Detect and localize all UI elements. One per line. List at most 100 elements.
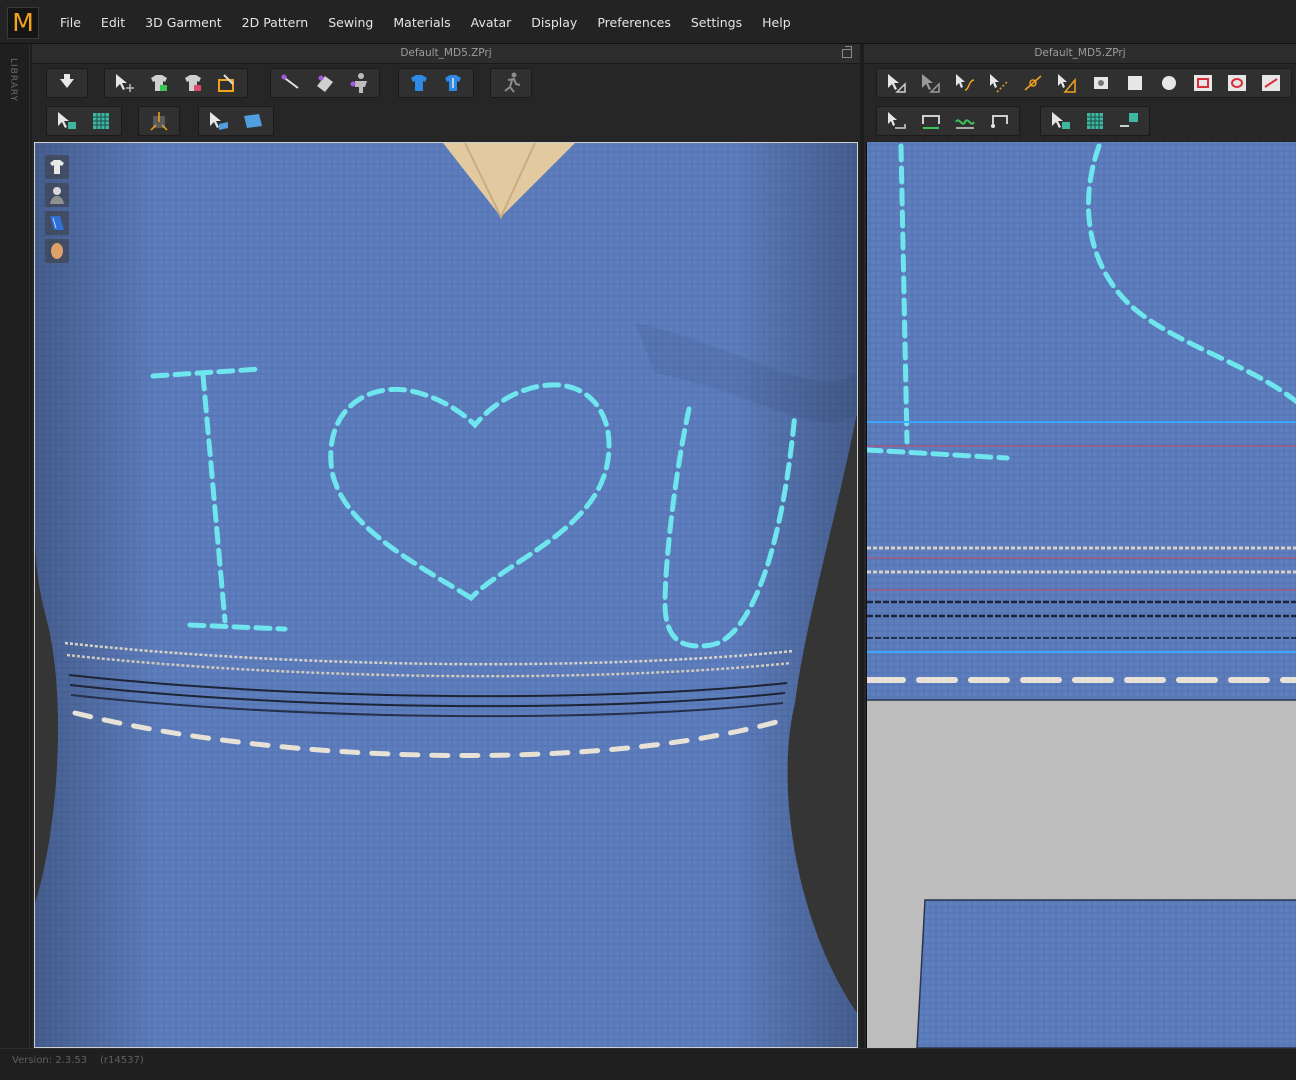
reset-arrangement-tool[interactable] xyxy=(437,69,469,97)
running-figure-icon xyxy=(504,72,521,93)
simulate-button[interactable] xyxy=(51,69,83,97)
panel-2d-title: Default_MD5.ZPrj xyxy=(1034,47,1126,59)
garment-texture-icon xyxy=(185,75,201,91)
sewing-display-icon xyxy=(991,115,1008,128)
select-move-tool[interactable] xyxy=(109,69,141,97)
internal-polygon-tool[interactable] xyxy=(1085,69,1117,97)
texture-checker-tool[interactable] xyxy=(85,107,117,135)
select-move-icon xyxy=(116,74,134,92)
toolbar-2d-row-2 xyxy=(864,102,1296,140)
transform-pattern-icon xyxy=(888,74,906,93)
motion-tool[interactable] xyxy=(495,69,527,97)
polygon-tool[interactable] xyxy=(1051,69,1083,97)
pattern-scene xyxy=(867,142,1296,1048)
menu-avatar[interactable]: Avatar xyxy=(461,15,522,30)
hole-tool[interactable] xyxy=(1221,69,1253,97)
avatar-pose-tool[interactable] xyxy=(343,69,375,97)
rectangle-icon xyxy=(1128,76,1142,90)
curve-point-tool[interactable] xyxy=(1017,69,1049,97)
viewport-2d[interactable] xyxy=(866,142,1296,1048)
avatar-pose-icon xyxy=(350,73,367,93)
texture-transform-icon xyxy=(1120,113,1138,127)
garment-select-icon xyxy=(151,75,167,91)
menu-settings[interactable]: Settings xyxy=(681,15,752,30)
segment-sewing-icon xyxy=(922,115,940,129)
select-texture-tool[interactable] xyxy=(51,107,83,135)
toolbar-3d-row-2 xyxy=(32,102,860,140)
panel-3d-garment: Default_MD5.ZPrj xyxy=(32,44,860,1048)
fabric-icon[interactable] xyxy=(45,211,69,235)
tool-group-2d-sewing xyxy=(876,106,1020,136)
menu-preferences[interactable]: Preferences xyxy=(587,15,681,30)
edit-pattern-tool[interactable] xyxy=(211,69,243,97)
transform-pattern-tool[interactable] xyxy=(881,69,913,97)
sewing-display-tool[interactable] xyxy=(983,107,1015,135)
pin-tool[interactable] xyxy=(275,69,307,97)
rectangle-tool[interactable] xyxy=(1119,69,1151,97)
checker-2d-icon xyxy=(1087,113,1103,129)
cut-tool[interactable] xyxy=(1255,69,1287,97)
menu-help[interactable]: Help xyxy=(752,15,801,30)
free-sewing-icon xyxy=(955,119,975,129)
texture-checker-2d-tool[interactable] xyxy=(1079,107,1111,135)
texture-transform-tool[interactable] xyxy=(1113,107,1145,135)
viewport-side-icons xyxy=(45,155,69,263)
viewport-3d[interactable] xyxy=(34,142,858,1048)
select-plane-tool[interactable] xyxy=(203,107,235,135)
garment-scene xyxy=(35,143,857,1047)
tool-group-2d-texture xyxy=(1040,106,1150,136)
add-point-tool[interactable] xyxy=(983,69,1015,97)
garment-texture-tool[interactable] xyxy=(177,69,209,97)
select-texture-icon xyxy=(58,112,76,129)
menu-bar: M File Edit 3D Garment 2D Pattern Sewing… xyxy=(0,0,1296,44)
arrangement-tool[interactable] xyxy=(403,69,435,97)
version-label: Version: 2.3.53 xyxy=(12,1055,88,1066)
build-label: (r14537) xyxy=(100,1055,144,1066)
edit-sewing-icon xyxy=(888,112,906,129)
menu-file[interactable]: File xyxy=(50,15,91,30)
library-strip[interactable]: LIBRARY xyxy=(0,44,30,1048)
menu-items: File Edit 3D Garment 2D Pattern Sewing M… xyxy=(50,0,801,44)
select-garment-tool[interactable] xyxy=(143,69,175,97)
shirt-reset-icon xyxy=(445,75,461,91)
panel-3d-titlebar: Default_MD5.ZPrj xyxy=(32,44,860,64)
free-sewing-tool[interactable] xyxy=(949,107,981,135)
plane-tool[interactable] xyxy=(237,107,269,135)
edit-pattern-icon xyxy=(218,74,234,92)
avatar-icon[interactable] xyxy=(45,183,69,207)
menu-edit[interactable]: Edit xyxy=(91,15,135,30)
garment-icon[interactable] xyxy=(45,155,69,179)
panel-3d-title: Default_MD5.ZPrj xyxy=(400,47,492,59)
checker-icon xyxy=(93,113,109,129)
fold-tool[interactable] xyxy=(309,69,341,97)
dart-tool[interactable] xyxy=(1187,69,1219,97)
tool-group-simulate xyxy=(46,68,88,98)
head-icon[interactable] xyxy=(45,239,69,263)
tool-group-pin xyxy=(270,68,380,98)
add-point-icon xyxy=(990,74,1008,93)
menu-sewing[interactable]: Sewing xyxy=(318,15,383,30)
circle-tool[interactable] xyxy=(1153,69,1185,97)
maximize-panel-icon[interactable] xyxy=(842,46,852,58)
curve-point-icon xyxy=(1024,75,1042,91)
tool-group-arrangement xyxy=(398,68,474,98)
library-label: LIBRARY xyxy=(8,58,18,103)
plane-icon xyxy=(244,114,262,128)
normal-map-tool[interactable] xyxy=(143,107,175,135)
menu-3d-garment[interactable]: 3D Garment xyxy=(135,15,232,30)
segment-sewing-tool[interactable] xyxy=(915,107,947,135)
edit-sewing-tool[interactable] xyxy=(881,107,913,135)
menu-materials[interactable]: Materials xyxy=(383,15,460,30)
pin-icon xyxy=(281,74,299,89)
normal-map-icon xyxy=(150,112,168,131)
edit-curve-tool[interactable] xyxy=(949,69,981,97)
menu-display[interactable]: Display xyxy=(521,15,587,30)
edit-point-tool[interactable] xyxy=(915,69,947,97)
tool-group-normal xyxy=(138,106,180,136)
menu-2d-pattern[interactable]: 2D Pattern xyxy=(232,15,319,30)
cut-icon xyxy=(1262,75,1280,91)
select-texture-2d-tool[interactable] xyxy=(1045,107,1077,135)
circle-icon xyxy=(1162,76,1176,90)
tool-group-2d-edit xyxy=(876,68,1292,98)
app-logo[interactable]: M xyxy=(7,7,39,39)
